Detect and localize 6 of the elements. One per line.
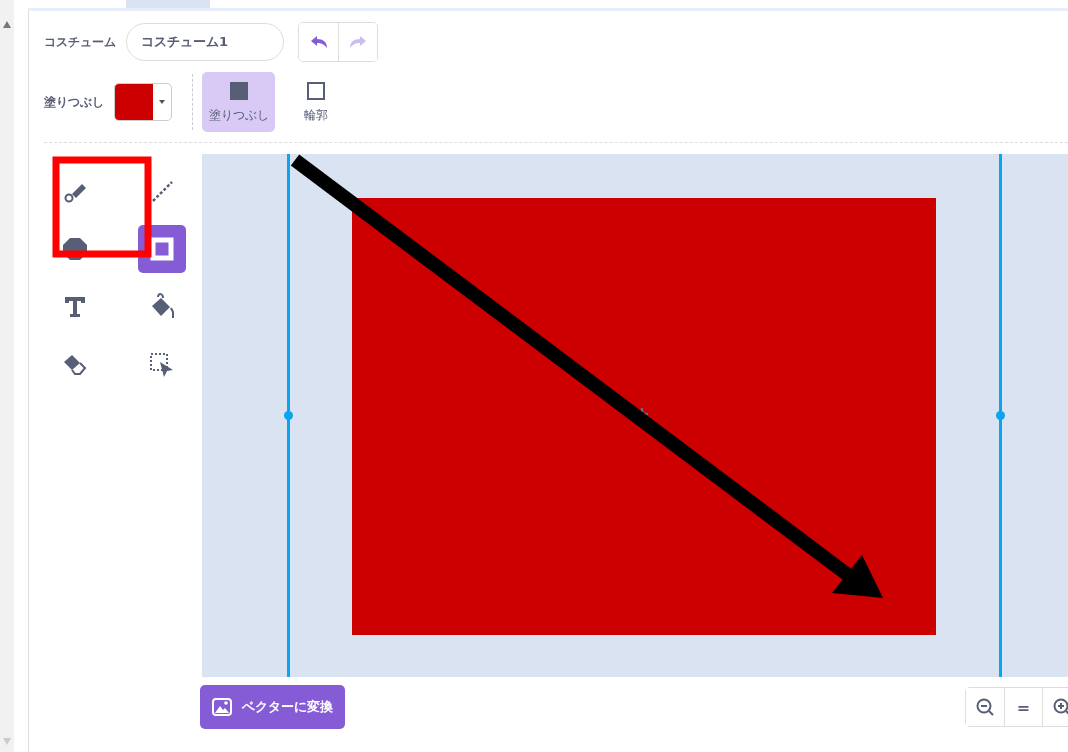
fill-label: 塗りつぶし [44, 93, 104, 111]
filled-mode-button[interactable]: 塗りつぶし [202, 72, 275, 132]
costume-name-field[interactable]: コスチューム1 [126, 23, 284, 61]
convert-to-vector-button[interactable]: ベクターに変換 [200, 685, 345, 729]
outline-mode-button[interactable]: 輪郭 [279, 72, 352, 132]
costume-label: コスチューム [44, 33, 116, 51]
